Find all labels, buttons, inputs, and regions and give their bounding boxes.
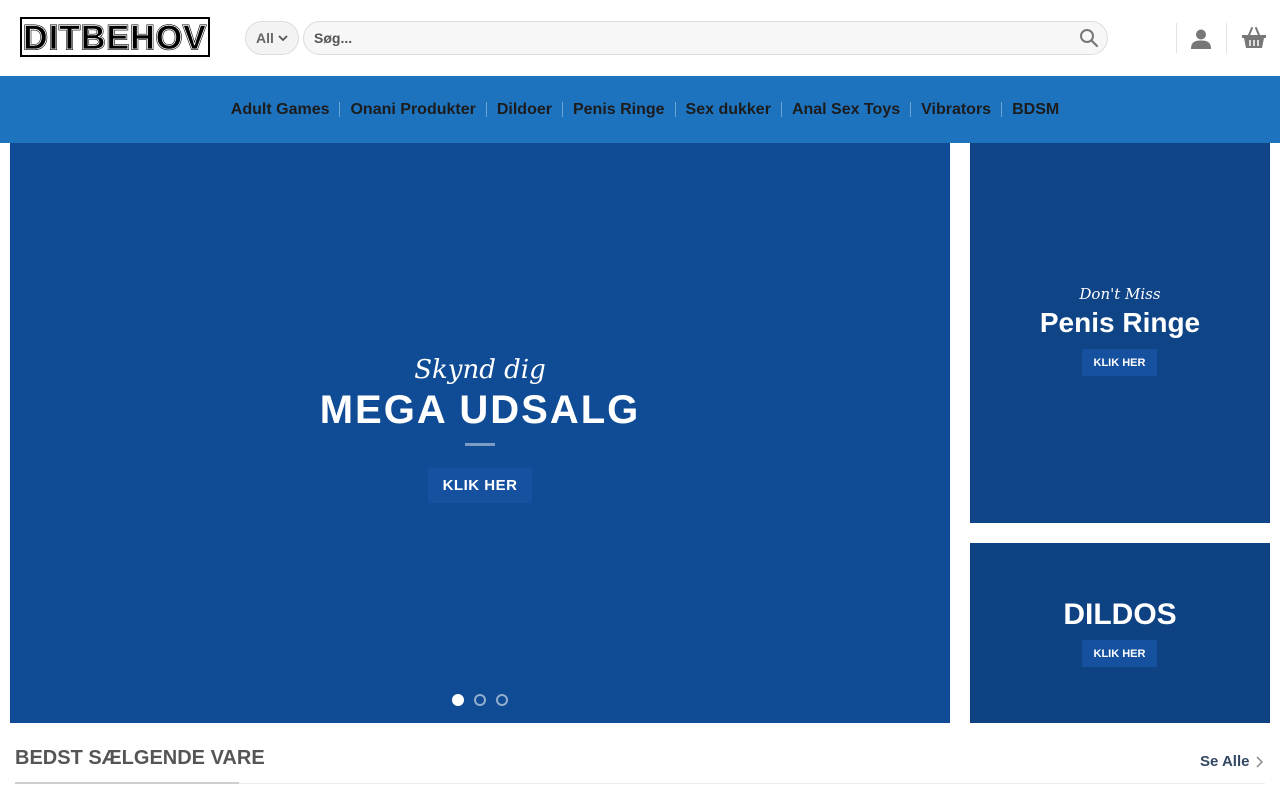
slider-dots bbox=[452, 694, 508, 706]
banner-penis-ringe[interactable]: Don't Miss Penis Ringe KLIK HER bbox=[970, 143, 1270, 523]
site-header: DITBEHOV DITBEHOV All bbox=[0, 0, 1280, 76]
banner-cta-button[interactable]: KLIK HER bbox=[1082, 640, 1157, 667]
chevron-right-icon bbox=[1256, 755, 1264, 768]
nav-separator bbox=[1001, 102, 1003, 117]
nav-separator bbox=[780, 102, 782, 117]
nav-item-onani-produkter[interactable]: Onani Produkter bbox=[344, 101, 481, 119]
basket-icon[interactable] bbox=[1241, 26, 1267, 50]
nav-item-penis-ringe[interactable]: Penis Ringe bbox=[567, 101, 671, 119]
main-nav: Adult Games Onani Produkter Dildoer Peni… bbox=[0, 76, 1280, 143]
see-all-link[interactable]: Se Alle bbox=[1200, 753, 1264, 770]
search-input[interactable] bbox=[314, 22, 1074, 54]
search-bar bbox=[303, 21, 1108, 55]
banner-title: DILDOS bbox=[1063, 598, 1177, 631]
category-select-value: All bbox=[256, 30, 274, 46]
section-title: BEDST SÆLGENDE VARE bbox=[15, 747, 265, 769]
slider-dot-2[interactable] bbox=[474, 694, 486, 706]
banner-tagline: Don't Miss bbox=[1079, 285, 1161, 303]
hero-title: MEGA UDSALG bbox=[319, 388, 641, 432]
category-select[interactable]: All bbox=[245, 21, 299, 55]
header-divider bbox=[1176, 23, 1177, 53]
search-icon[interactable] bbox=[1079, 28, 1099, 48]
nav-item-vibrators[interactable]: Vibrators bbox=[915, 101, 997, 119]
hero-slider[interactable]: Skynd dig MEGA UDSALG KLIK HER bbox=[10, 143, 950, 723]
hero-cta-button[interactable]: KLIK HER bbox=[428, 468, 532, 503]
section-divider bbox=[239, 783, 1265, 784]
nav-separator bbox=[339, 102, 341, 117]
hero-divider bbox=[465, 443, 495, 446]
see-all-label: Se Alle bbox=[1200, 753, 1250, 770]
hero-tagline: Skynd dig bbox=[414, 355, 546, 385]
banner-cta-button[interactable]: KLIK HER bbox=[1082, 349, 1157, 376]
nav-item-sex-dukker[interactable]: Sex dukker bbox=[680, 101, 777, 119]
nav-separator bbox=[485, 102, 487, 117]
nav-item-dildoer[interactable]: Dildoer bbox=[491, 101, 558, 119]
nav-item-anal-sex-toys[interactable]: Anal Sex Toys bbox=[786, 101, 906, 119]
nav-separator bbox=[561, 102, 563, 117]
section-title-underline bbox=[15, 782, 239, 784]
site-logo[interactable]: DITBEHOV DITBEHOV bbox=[20, 16, 210, 60]
nav-separator bbox=[674, 102, 676, 117]
header-divider bbox=[1226, 23, 1227, 53]
user-icon[interactable] bbox=[1190, 28, 1212, 50]
banner-title: Penis Ringe bbox=[1039, 307, 1201, 338]
slider-dot-3[interactable] bbox=[496, 694, 508, 706]
nav-item-adult-games[interactable]: Adult Games bbox=[225, 101, 336, 119]
nav-separator bbox=[910, 102, 912, 117]
chevron-down-icon bbox=[278, 35, 288, 42]
svg-text:DITBEHOV: DITBEHOV bbox=[23, 19, 207, 57]
nav-item-bdsm[interactable]: BDSM bbox=[1006, 101, 1065, 119]
slider-dot-1[interactable] bbox=[452, 694, 464, 706]
banner-dildos[interactable]: DILDOS KLIK HER bbox=[970, 543, 1270, 723]
